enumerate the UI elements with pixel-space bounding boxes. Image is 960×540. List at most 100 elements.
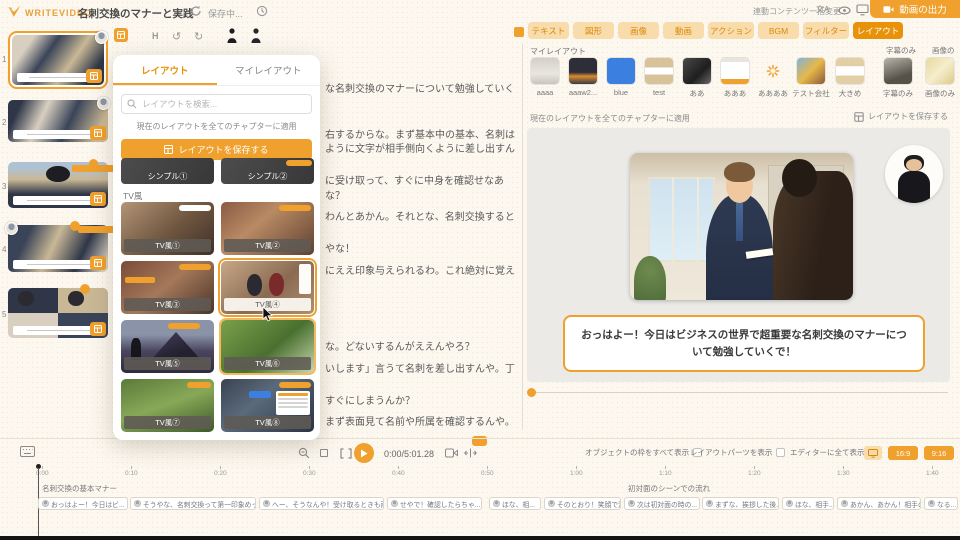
preview-mode-button[interactable] — [864, 446, 882, 460]
redo-icon[interactable]: ↻ — [194, 30, 203, 43]
layout-item-simple-1[interactable]: シンプル① — [121, 158, 214, 184]
tab-bgm[interactable]: BGM — [758, 22, 799, 39]
tab-action[interactable]: アクション — [708, 22, 754, 39]
play-button[interactable] — [354, 443, 374, 463]
my-layout-thumb[interactable] — [797, 58, 825, 84]
script-line[interactable]: ように文字が相手側向くように差し出すん — [325, 140, 515, 155]
preview-canvas[interactable]: おっはよー！今日はビジネスの世界で超重要な名刺交換のマナーについて勉強していくで… — [527, 128, 950, 382]
eye-icon[interactable] — [838, 5, 851, 16]
layout-apply-button[interactable] — [90, 256, 106, 270]
chapter-label-2[interactable]: 初対面のシーンでの流れ — [628, 483, 710, 494]
layout-apply-button[interactable] — [90, 322, 106, 336]
my-layout-thumb[interactable] — [569, 58, 597, 84]
script-line[interactable]: な名刺交換のマナーについて勉強していく — [325, 80, 514, 95]
popup-tab-layout[interactable]: レイアウト — [113, 55, 217, 85]
layout-item-simple-2[interactable]: シンプル② — [221, 158, 314, 184]
toggle-object-frames[interactable]: オブジェクトの枠をすべて表示 — [585, 447, 702, 458]
loop-range-icon[interactable] — [340, 448, 352, 459]
layout-item-tv-7[interactable]: TV風⑦ — [121, 379, 214, 432]
display-icon[interactable] — [856, 4, 869, 16]
timeline-clip-5[interactable]: ほな、相... — [489, 497, 541, 510]
tab-text[interactable]: テキスト — [528, 22, 569, 39]
export-video-button[interactable]: 動画の出力 — [870, 0, 960, 18]
stop-icon[interactable] — [320, 449, 328, 457]
tab-filter[interactable]: フィルター — [803, 22, 849, 39]
keyboard-shortcut-icon[interactable] — [20, 446, 35, 457]
tab-image[interactable]: 画像 — [618, 22, 659, 39]
timeline-clip-11[interactable]: なる... — [924, 497, 958, 510]
my-layout-thumb[interactable] — [926, 58, 954, 84]
preview-subtitle-box[interactable]: おっはよー！今日はビジネスの世界で超重要な名刺交換のマナーについて勉強していくで… — [563, 315, 925, 372]
layout-item-tv-5[interactable]: TV風⑤ — [121, 320, 214, 373]
zoom-out-icon[interactable] — [298, 447, 310, 459]
script-line[interactable]: に受け取って、すぐに中身を確認せなあ — [325, 172, 504, 187]
presenter-avatar[interactable] — [885, 145, 943, 203]
my-layout-thumb[interactable] — [531, 58, 559, 84]
translate-icon[interactable]: 文A — [816, 4, 829, 15]
my-layout-thumb-loading[interactable] — [759, 58, 787, 84]
popup-save-layout-button[interactable]: レイアウトを保存する — [121, 139, 312, 160]
chapter-thumbnail-2[interactable] — [8, 100, 108, 142]
timeline-clip-9[interactable]: ほな、相手... — [782, 497, 834, 510]
layout-item-tv-3[interactable]: TV風③ — [121, 261, 214, 314]
tab-layout[interactable]: レイアウト — [853, 22, 903, 39]
script-line[interactable]: な？ — [325, 187, 345, 202]
layout-item-tv-1[interactable]: TV風① — [121, 202, 214, 255]
script-line[interactable]: すぐにしまうんか？ — [325, 392, 415, 407]
timeline-clip-2[interactable]: そうやな、名刺交換って第一印象めっ... — [130, 497, 256, 510]
popup-tab-my-layout[interactable]: マイレイアウト — [217, 55, 321, 85]
apply-all-chapters-link[interactable]: 現在のレイアウトを全てのチャプターに適用 — [530, 113, 690, 124]
script-line[interactable]: わんとあかん。それとな、名刺交換すると — [325, 208, 515, 223]
my-layout-thumb[interactable] — [683, 58, 711, 84]
my-layout-thumb[interactable] — [721, 58, 749, 84]
tab-video[interactable]: 動画 — [663, 22, 704, 39]
timeline-clip-7[interactable]: 次は初対面の時の... — [624, 497, 700, 510]
character-2-icon[interactable] — [250, 28, 262, 44]
toggle-layout-parts[interactable]: レイアウトパーツを表示 — [690, 447, 785, 458]
aspect-16-9-button[interactable]: 16:9 — [888, 446, 918, 460]
timeline-clip-6[interactable]: そのとおり！笑顔で渡... — [544, 497, 621, 510]
my-layout-thumb[interactable] — [884, 58, 912, 84]
script-line[interactable]: な。どないするんがええんやろ？ — [325, 338, 475, 353]
timeline-clip-8[interactable]: まずな、挨拶した後... — [702, 497, 779, 510]
script-line[interactable]: まず表面見て名前や所属を確認するんや。 — [325, 413, 515, 428]
popup-apply-all-link[interactable]: 現在のレイアウトを全てのチャプターに適用 — [113, 121, 320, 132]
script-line[interactable]: 右するからな。まず基本中の基本、名刺は — [325, 126, 515, 141]
layout-apply-button[interactable] — [90, 126, 106, 140]
layout-popup-anchor-button[interactable] — [114, 28, 128, 42]
my-layout-thumb[interactable] — [645, 58, 673, 84]
my-layout-thumb[interactable] — [607, 58, 635, 84]
chapter-thumbnail-1[interactable] — [8, 31, 108, 89]
timeline-clip-1[interactable]: おっはよー！今日はビ... — [38, 497, 128, 510]
script-line[interactable]: にええ印象与えられるわ。これ絶対に覚え — [325, 262, 515, 277]
layout-item-tv-2[interactable]: TV風② — [221, 202, 314, 255]
layout-item-tv-8[interactable]: TV風⑧ — [221, 379, 314, 432]
layout-search-input[interactable] — [121, 94, 312, 114]
timeline-clip-3[interactable]: へー、そうなんや！受け取るときも両... — [259, 497, 384, 510]
aspect-9-16-button[interactable]: 9:16 — [924, 446, 954, 460]
my-layout-thumb[interactable] — [836, 58, 864, 84]
timeline-clip-4[interactable]: せやで！確認したらちゃ... — [387, 497, 482, 510]
layout-item-tv-6[interactable]: TV風⑥ — [221, 320, 314, 373]
heading-tool-icon[interactable]: H — [152, 31, 159, 41]
fit-timeline-icon[interactable] — [464, 448, 477, 458]
character-1-icon[interactable] — [226, 28, 238, 44]
layout-apply-button[interactable] — [90, 192, 106, 206]
record-camera-icon[interactable] — [445, 448, 458, 458]
preview-seek-handle[interactable] — [527, 388, 536, 397]
preview-seekbar[interactable] — [531, 392, 948, 393]
chapter-thumbnail-4[interactable] — [8, 225, 108, 272]
chapter-thumbnail-3[interactable] — [8, 162, 108, 208]
script-line[interactable]: やな！ — [325, 240, 355, 255]
refresh-icon[interactable] — [190, 5, 202, 17]
chapter-thumbnail-5[interactable] — [8, 288, 108, 338]
scene-image[interactable] — [630, 153, 853, 300]
script-line[interactable]: いします」言うて名刺を差し出すんや。丁 — [325, 360, 515, 375]
undo-icon[interactable]: ↺ — [172, 30, 181, 43]
history-clock-icon[interactable] — [256, 5, 268, 17]
tab-shape[interactable]: 図形 — [573, 22, 614, 39]
layout-apply-button[interactable] — [86, 69, 102, 83]
checkbox-unchecked[interactable] — [776, 448, 785, 457]
chapter-label-1[interactable]: 名刺交換の基本マナー — [42, 483, 117, 494]
save-layout-link[interactable]: レイアウトを保存する — [854, 111, 948, 122]
